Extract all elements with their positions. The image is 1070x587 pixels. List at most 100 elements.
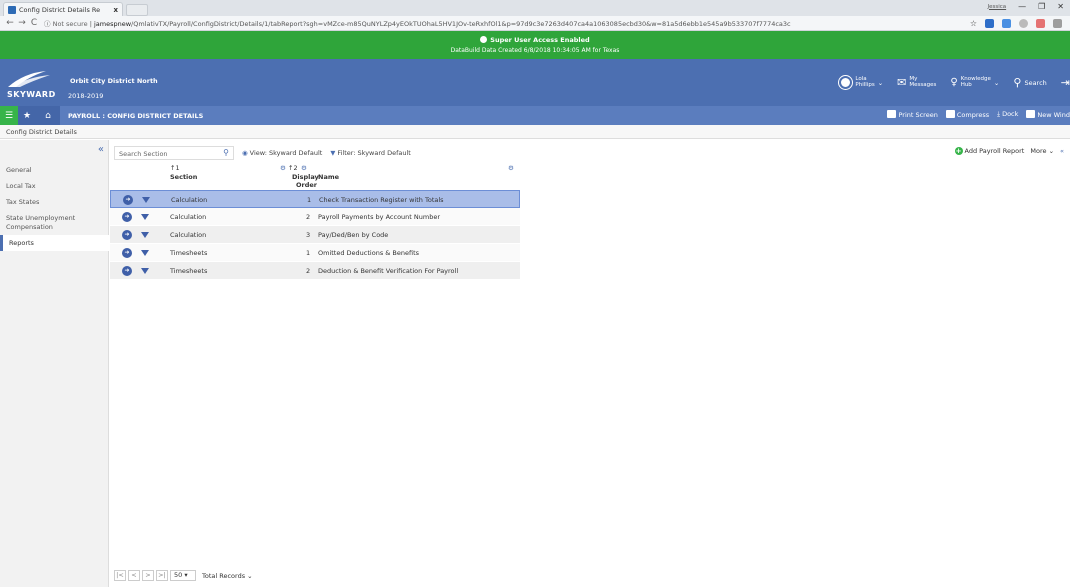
skyward-favicon-icon (8, 5, 16, 14)
cell-name: Deduction & Benefit Verification For Pay… (318, 267, 459, 275)
extension-icon[interactable] (1002, 19, 1011, 28)
row-action-icon[interactable]: ➜ (122, 248, 132, 258)
cell-section: Calculation (170, 213, 207, 221)
nav-item-tax-states[interactable]: Tax States (0, 194, 109, 210)
collapse-nav-icon[interactable]: « (98, 144, 104, 155)
extension-icon[interactable] (985, 19, 994, 28)
nav-item-general[interactable]: General (0, 162, 109, 178)
address-bar: ← → C ⓘ Not secure | jamespnew/QmlativTX… (0, 16, 1070, 31)
info-icon: ⓘ (44, 20, 51, 28)
home-icon[interactable]: ⌂ (36, 106, 60, 125)
prev-page-button[interactable]: < (128, 570, 140, 581)
view-label: View: Skyward Default (249, 149, 323, 157)
search-icon[interactable]: ⚲ (223, 148, 229, 157)
hamburger-menu-icon[interactable]: ☰ (0, 106, 18, 125)
close-window-icon[interactable]: ✕ (1057, 2, 1064, 11)
sign-out-button[interactable]: ⇥ (1061, 76, 1070, 89)
nav-item-local-tax[interactable]: Local Tax (0, 178, 109, 194)
filter-selector[interactable]: ▼ Filter: Skyward Default (330, 149, 411, 157)
column-settings-icon[interactable]: ⚙ (508, 164, 514, 172)
row-action-icon[interactable]: ➜ (123, 195, 133, 205)
row-action-icon[interactable]: ➜ (122, 230, 132, 240)
next-page-button[interactable]: > (142, 570, 154, 581)
column-header-section[interactable]: Section (170, 173, 197, 181)
more-menu[interactable]: More ⌄ (1030, 147, 1054, 155)
browser-extension-icons: ☆ (970, 19, 1062, 28)
total-records-toggle[interactable]: Total Records ⌄ (202, 572, 253, 580)
extension-icon[interactable] (1036, 19, 1045, 28)
minimize-icon[interactable]: — (1018, 2, 1026, 11)
view-selector[interactable]: ◉ View: Skyward Default (242, 149, 322, 157)
row-action-icon[interactable]: ➜ (122, 266, 132, 276)
tab-close-icon[interactable]: x (113, 6, 118, 14)
new-tab-button[interactable] (126, 4, 148, 16)
table-row[interactable]: ➜ Timesheets 1 Omitted Deductions & Bene… (110, 244, 520, 262)
row-expand-icon[interactable] (141, 250, 149, 256)
cell-order: 2 (306, 213, 311, 221)
table-row[interactable]: ➜ Calculation 2 Payroll Payments by Acco… (110, 208, 520, 226)
browser-tab[interactable]: Config District Details Re x (3, 2, 123, 16)
messages-label-line2: Messages (909, 81, 937, 88)
first-page-button[interactable]: |< (114, 570, 126, 581)
column-header-name[interactable]: Name (318, 173, 339, 181)
restore-icon[interactable]: ❐ (1038, 2, 1045, 11)
nav-list: General Local Tax Tax States State Unemp… (0, 162, 109, 251)
total-records-label: Total Records (202, 571, 246, 580)
user-avatar-icon (839, 76, 853, 89)
bookmark-star-icon[interactable]: ☆ (970, 19, 977, 28)
pager: |< < > >| 50 ▾ Total Records ⌄ (114, 570, 253, 581)
column-settings-icon[interactable]: ⚙ (280, 164, 286, 172)
page-size-select[interactable]: 50 ▾ (170, 570, 196, 581)
table-row[interactable]: ➜ Calculation 3 Pay/Ded/Ben by Code (110, 226, 520, 244)
cell-section: Calculation (170, 231, 207, 239)
header-actions: Lola Phillips ⌄ ✉ My Messages ♀ Knowledge H… (839, 76, 1070, 89)
main-content: Search Section ⚲ ◉ View: Skyward Default … (110, 140, 1070, 587)
print-screen-button[interactable]: Print Screen (887, 110, 938, 119)
plus-icon: + (954, 147, 963, 155)
nav-item-state-unemployment[interactable]: State Unemployment Compensation (0, 210, 109, 234)
favorites-star-icon[interactable]: ★ (18, 106, 36, 125)
grid-toolbar: Search Section ⚲ ◉ View: Skyward Default … (114, 146, 1064, 160)
cell-section: Timesheets (170, 249, 208, 257)
column-header-display-order-line1[interactable]: Display (292, 173, 319, 181)
dock-button[interactable]: ⤓ Dock (997, 110, 1018, 119)
eye-icon: ◉ (242, 149, 248, 157)
extension-icon[interactable] (1053, 19, 1062, 28)
back-icon[interactable]: ← (4, 18, 16, 28)
super-user-text: Super User Access Enabled (490, 36, 590, 44)
cell-name: Pay/Ded/Ben by Code (318, 231, 389, 239)
compress-button[interactable]: Compress (945, 110, 990, 119)
print-screen-label: Print Screen (898, 111, 938, 119)
new-window-button[interactable]: New Wind (1026, 110, 1070, 119)
my-messages-button[interactable]: ✉ My Messages (897, 76, 936, 89)
toolbar-actions: + Add Payroll Report More ⌄ « (954, 147, 1064, 155)
search-button[interactable]: ⚲ Search (1013, 76, 1046, 89)
search-label: Search (1024, 78, 1047, 87)
not-secure-label: Not secure (52, 20, 88, 28)
extension-icon[interactable] (1019, 19, 1028, 28)
collapse-right-icon[interactable]: « (1060, 147, 1064, 155)
browser-tab-bar: Config District Details Re x Jessica — ❐… (0, 0, 1070, 16)
search-section-input[interactable]: Search Section ⚲ (114, 146, 234, 160)
column-header-display-order-line2[interactable]: Order (296, 181, 317, 189)
last-page-button[interactable]: >| (156, 570, 168, 581)
compress-label: Compress (956, 111, 990, 119)
sort-indicator-section: ↑1 (170, 164, 180, 172)
url-field[interactable]: ⓘ Not secure | jamespnew/QmlativTX/Payro… (44, 18, 904, 28)
nav-item-reports[interactable]: Reports (0, 234, 109, 251)
column-settings-icon[interactable]: ⚙ (301, 164, 307, 172)
browser-profile-name[interactable]: Jessica (987, 4, 1006, 10)
user-menu[interactable]: Lola Phillips ⌄ (839, 76, 883, 89)
row-expand-icon[interactable] (141, 214, 149, 220)
forward-icon[interactable]: → (16, 18, 28, 28)
table-row[interactable]: ➜ Calculation 1 Check Transaction Regist… (110, 190, 520, 208)
add-payroll-report-button[interactable]: + Add Payroll Report (954, 147, 1024, 155)
row-action-icon[interactable]: ➜ (122, 212, 132, 222)
table-row[interactable]: ➜ Timesheets 2 Deduction & Benefit Verif… (110, 262, 520, 280)
row-expand-icon[interactable] (141, 268, 149, 274)
row-expand-icon[interactable] (142, 197, 150, 203)
knowledge-hub-button[interactable]: ♀ Knowledge Hub ⌄ (950, 76, 999, 88)
breadcrumb: Config District Details (0, 125, 1070, 139)
row-expand-icon[interactable] (141, 232, 149, 238)
reload-icon[interactable]: C (28, 18, 40, 28)
